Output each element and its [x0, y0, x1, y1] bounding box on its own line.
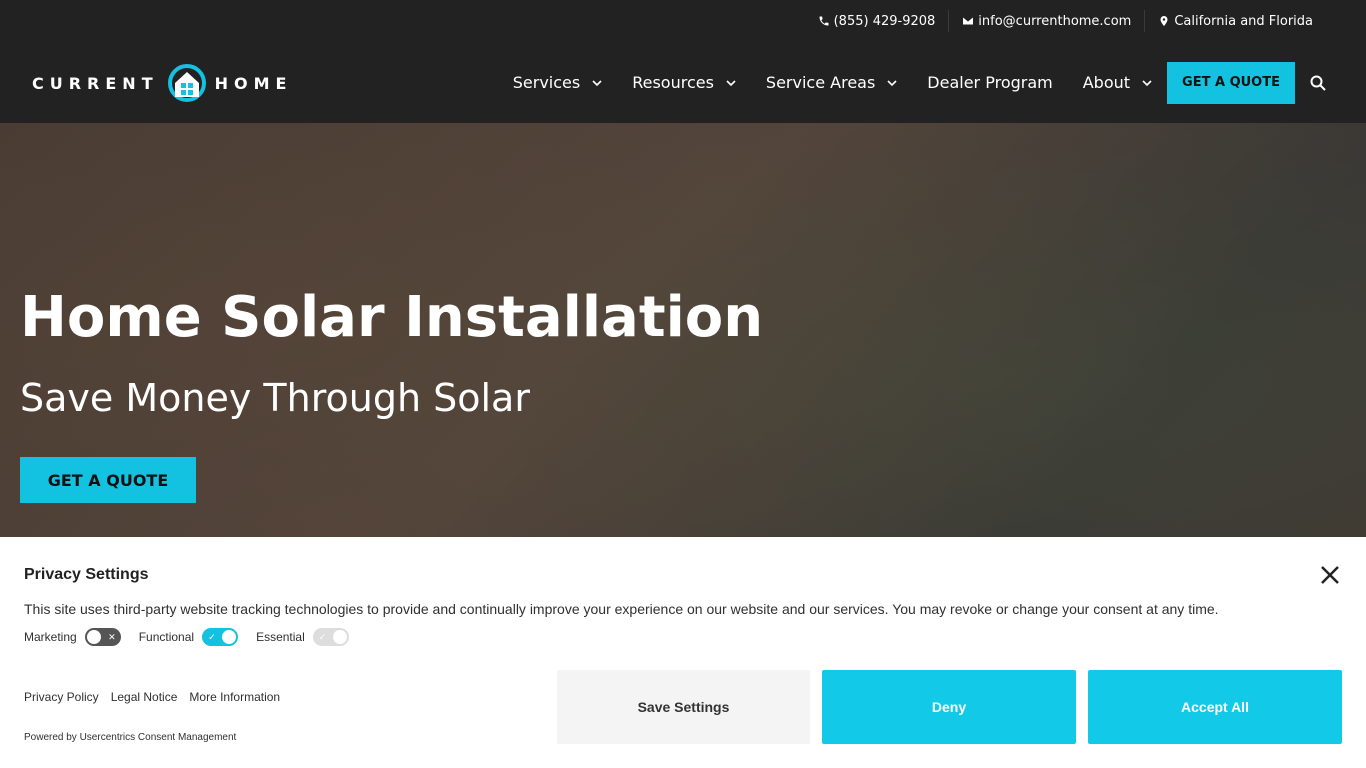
- logo-text-left: CURRENT: [32, 73, 159, 93]
- nav-label: Dealer Program: [927, 73, 1053, 92]
- nav-label: Service Areas: [765, 73, 876, 92]
- toggle-marketing[interactable]: Marketing ✕: [24, 628, 121, 646]
- nav-label: Resources: [632, 73, 714, 92]
- nav-resources[interactable]: Resources: [617, 42, 751, 123]
- hero-subtitle: Save Money Through Solar: [20, 376, 530, 420]
- phone-number: (855) 429-9208: [833, 13, 936, 29]
- chevron-down-icon: [592, 79, 602, 86]
- nav-services[interactable]: Services: [498, 42, 617, 123]
- hero-title: Home Solar Installation: [20, 285, 764, 350]
- hero-get-quote-button[interactable]: GET A QUOTE: [20, 457, 196, 503]
- privacy-settings-banner: Privacy Settings This site uses third-pa…: [0, 537, 1366, 768]
- house-logo-icon: [167, 64, 206, 102]
- toggle-label: Essential: [256, 630, 305, 644]
- nav-label: About: [1082, 73, 1131, 92]
- phone-link[interactable]: (855) 429-9208: [805, 10, 949, 32]
- toggle-label: Functional: [138, 630, 195, 644]
- check-icon: ✓: [318, 632, 327, 642]
- privacy-policy-link[interactable]: Privacy Policy: [24, 690, 99, 704]
- location-link[interactable]: California and Florida: [1144, 10, 1326, 32]
- privacy-description: This site uses third-party website track…: [24, 601, 1219, 617]
- save-settings-button[interactable]: Save Settings: [557, 670, 810, 744]
- marketing-switch[interactable]: ✕: [84, 628, 121, 646]
- powered-by-text[interactable]: Powered by Usercentrics Consent Manageme…: [24, 732, 236, 743]
- chevron-down-icon: [1142, 79, 1152, 86]
- site-header: CURRENT HOME Services Resources Service …: [0, 42, 1366, 123]
- close-icon[interactable]: [1320, 565, 1340, 585]
- top-contact-bar: (855) 429-9208 info@currenthome.com Cali…: [0, 0, 1366, 42]
- privacy-title: Privacy Settings: [24, 566, 149, 583]
- envelope-icon: [963, 17, 974, 25]
- essential-switch: ✓: [312, 628, 349, 646]
- functional-switch[interactable]: ✓: [202, 628, 239, 646]
- toggle-label: Marketing: [24, 630, 77, 644]
- nav-label: Services: [512, 73, 581, 92]
- deny-button[interactable]: Deny: [822, 670, 1076, 744]
- email-link[interactable]: info@currenthome.com: [948, 10, 1144, 32]
- check-icon: ✓: [208, 632, 216, 642]
- header-get-quote-button[interactable]: GET A QUOTE: [1167, 61, 1295, 104]
- search-icon[interactable]: [1310, 75, 1326, 91]
- toggle-essential: Essential ✓: [256, 628, 349, 646]
- email-address: info@currenthome.com: [978, 13, 1132, 29]
- consent-toggles: Marketing ✕ Functional ✓ Essential ✓: [24, 628, 349, 646]
- toggle-functional[interactable]: Functional ✓: [138, 628, 239, 646]
- chevron-down-icon: [726, 79, 736, 86]
- legal-notice-link[interactable]: Legal Notice: [111, 690, 178, 704]
- site-logo[interactable]: CURRENT HOME: [32, 62, 292, 104]
- main-nav: Services Resources Service Areas Dealer …: [498, 42, 1326, 123]
- more-information-link[interactable]: More Information: [189, 690, 280, 704]
- contact-info: (855) 429-9208 info@currenthome.com Cali…: [805, 0, 1326, 42]
- location-text: California and Florida: [1174, 13, 1313, 29]
- logo-text-right: HOME: [214, 73, 293, 93]
- map-pin-icon: [1160, 16, 1168, 26]
- phone-icon: [819, 16, 829, 26]
- chevron-down-icon: [887, 79, 897, 86]
- privacy-links: Privacy Policy Legal Notice More Informa…: [24, 690, 280, 704]
- accept-all-button[interactable]: Accept All: [1088, 670, 1342, 744]
- nav-about[interactable]: About: [1068, 42, 1167, 123]
- nav-dealer-program[interactable]: Dealer Program: [912, 42, 1067, 123]
- nav-service-areas[interactable]: Service Areas: [751, 42, 912, 123]
- x-icon: ✕: [108, 632, 116, 642]
